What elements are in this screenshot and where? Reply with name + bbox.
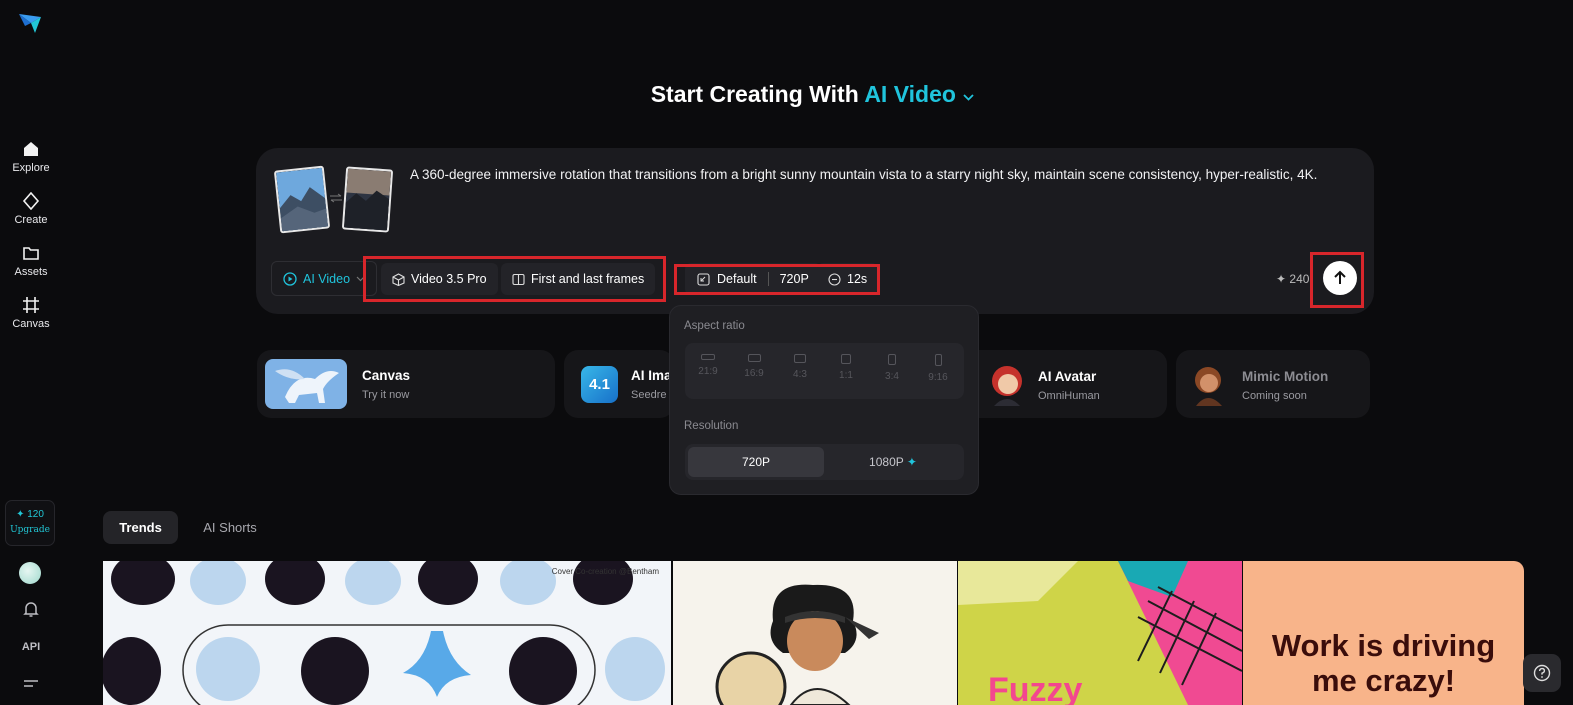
mode-dropdown[interactable]: AI Video [271, 261, 378, 296]
aspect-resolution-popover: Aspect ratio 21:9 16:9 4:3 1:1 3:4 9:16 … [669, 305, 979, 495]
avatar-character-image [992, 366, 1022, 406]
ratio-option-4-3[interactable]: 4:3 [777, 343, 823, 399]
tab-trends[interactable]: Trends [103, 511, 178, 544]
highlight-box-submit [1310, 252, 1364, 308]
aspect-ratio-options: 21:9 16:9 4:3 1:1 3:4 9:16 [685, 343, 964, 399]
feature-card-mimic-motion[interactable]: Mimic Motion Coming soon [1176, 350, 1370, 418]
resolution-option-1080p[interactable]: 1080P ✦ [825, 447, 961, 477]
gallery-item[interactable]: Cover Co-creation @Bentham [103, 561, 671, 705]
ratio-option-21-9[interactable]: 21:9 [685, 343, 731, 399]
help-button[interactable] [1523, 654, 1561, 692]
gallery-caption: Cover Co-creation @Bentham [551, 567, 659, 576]
premium-sparkle-icon: ✦ [906, 455, 917, 469]
sidebar-item-create[interactable]: Create [0, 192, 62, 226]
first-frame-thumbnail[interactable] [273, 165, 331, 234]
sidebar-item-canvas[interactable]: Canvas [0, 296, 62, 330]
gallery-image [673, 561, 957, 705]
canvas-pegasus-image [265, 359, 347, 409]
gallery-text-line: Work is driving [1271, 628, 1496, 663]
gallery-item[interactable]: Fuzzy [958, 561, 1242, 705]
ratio-option-16-9[interactable]: 16:9 [731, 343, 777, 399]
highlight-box-model-frames [363, 256, 666, 302]
tile-text: Fuzzy [988, 671, 1083, 705]
resolution-option-label: 1080P [869, 455, 904, 469]
swap-arrows-icon [330, 193, 342, 203]
credit-cost: ✦ 240 [1276, 272, 1310, 286]
feature-subtitle: OmniHuman [1038, 390, 1100, 402]
ratio-shape-icon [701, 354, 715, 360]
feature-title: Canvas [362, 368, 411, 383]
highlight-box-aspect-duration [674, 264, 880, 295]
question-icon [1533, 664, 1551, 682]
credits-upgrade-box[interactable]: ✦ 120 Upgrade [5, 500, 55, 546]
sidebar-item-explore[interactable]: Explore [0, 140, 62, 174]
resolution-options: 720P 1080P ✦ [685, 444, 964, 480]
ratio-label: 16:9 [744, 368, 764, 379]
seedream-logo-icon: 4.1 [581, 366, 618, 403]
page-title: Start Creating With AI Video [0, 81, 1573, 108]
ratio-option-1-1[interactable]: 1:1 [823, 343, 869, 399]
canvas-grid-icon [23, 297, 39, 313]
ratio-shape-icon [747, 354, 761, 362]
ratio-label: 3:4 [885, 371, 899, 382]
feature-title: AI Ima [631, 368, 672, 383]
title-mode-label: AI Video [864, 81, 956, 107]
ratio-label: 1:1 [839, 370, 853, 381]
mode-label: AI Video [303, 271, 351, 286]
ratio-label: 21:9 [698, 366, 718, 377]
chevron-down-icon [963, 94, 974, 101]
folder-icon [23, 247, 39, 260]
feature-card-ai-avatar[interactable]: AI Avatar OmniHuman [978, 350, 1167, 418]
logo-icon [19, 14, 41, 33]
sidebar-item-label: Explore [12, 162, 50, 174]
ratio-shape-icon [888, 354, 896, 365]
feature-title: AI Avatar [1038, 369, 1097, 384]
tab-ai-shorts[interactable]: AI Shorts [190, 511, 270, 544]
gallery-image: Fuzzy [958, 561, 1242, 705]
prompt-text[interactable]: A 360-degree immersive rotation that tra… [410, 167, 1317, 182]
sidebar-item-label: Create [14, 214, 48, 226]
ratio-shape-icon [841, 354, 851, 364]
gallery-image [103, 561, 671, 705]
ratio-shape-icon [934, 354, 942, 366]
resolution-label: Resolution [684, 420, 739, 432]
ratio-option-3-4[interactable]: 3:4 [869, 343, 915, 399]
feature-title: Mimic Motion [1242, 369, 1329, 384]
feature-subtitle: Try it now [362, 389, 410, 401]
mimic-character-image [1195, 367, 1222, 406]
gallery-item[interactable]: Work is driving me crazy! [1243, 561, 1524, 705]
bell-icon[interactable] [23, 601, 39, 618]
gallery-text-line: me crazy! [1311, 663, 1456, 698]
gallery-text: Work is driving me crazy! [1243, 628, 1524, 698]
home-icon [24, 142, 38, 156]
upgrade-link[interactable]: Upgrade [6, 525, 54, 535]
feature-card-ai-image[interactable]: 4.1 AI Ima Seedre [564, 350, 674, 418]
resolution-option-720p[interactable]: 720P [688, 447, 824, 477]
ratio-label: 4:3 [793, 369, 807, 380]
last-frame-thumbnail[interactable] [341, 166, 394, 233]
menu-icon[interactable] [23, 679, 39, 691]
feature-subtitle: Coming soon [1242, 390, 1307, 402]
aspect-ratio-label: Aspect ratio [684, 320, 745, 332]
credit-count: ✦ 120 [16, 509, 44, 520]
title-mode-dropdown[interactable]: AI Video [864, 81, 975, 107]
ratio-option-9-16[interactable]: 9:16 [915, 343, 961, 399]
api-link[interactable]: API [0, 641, 62, 653]
feature-subtitle: Seedre [631, 389, 667, 401]
gallery-item[interactable] [673, 561, 957, 705]
feature-card-canvas[interactable]: Canvas Try it now [257, 350, 555, 418]
avatar[interactable] [19, 562, 41, 584]
sparkle-diamond-icon [22, 192, 40, 210]
sidebar-item-label: Canvas [12, 318, 50, 330]
ratio-label: 9:16 [928, 372, 948, 383]
ratio-shape-icon [794, 354, 806, 363]
sidebar-item-assets[interactable]: Assets [0, 244, 62, 278]
play-circle-icon [283, 271, 297, 286]
app-logo[interactable] [17, 11, 43, 35]
sidebar-item-label: Assets [14, 266, 48, 278]
title-prefix: Start Creating With [650, 81, 859, 107]
